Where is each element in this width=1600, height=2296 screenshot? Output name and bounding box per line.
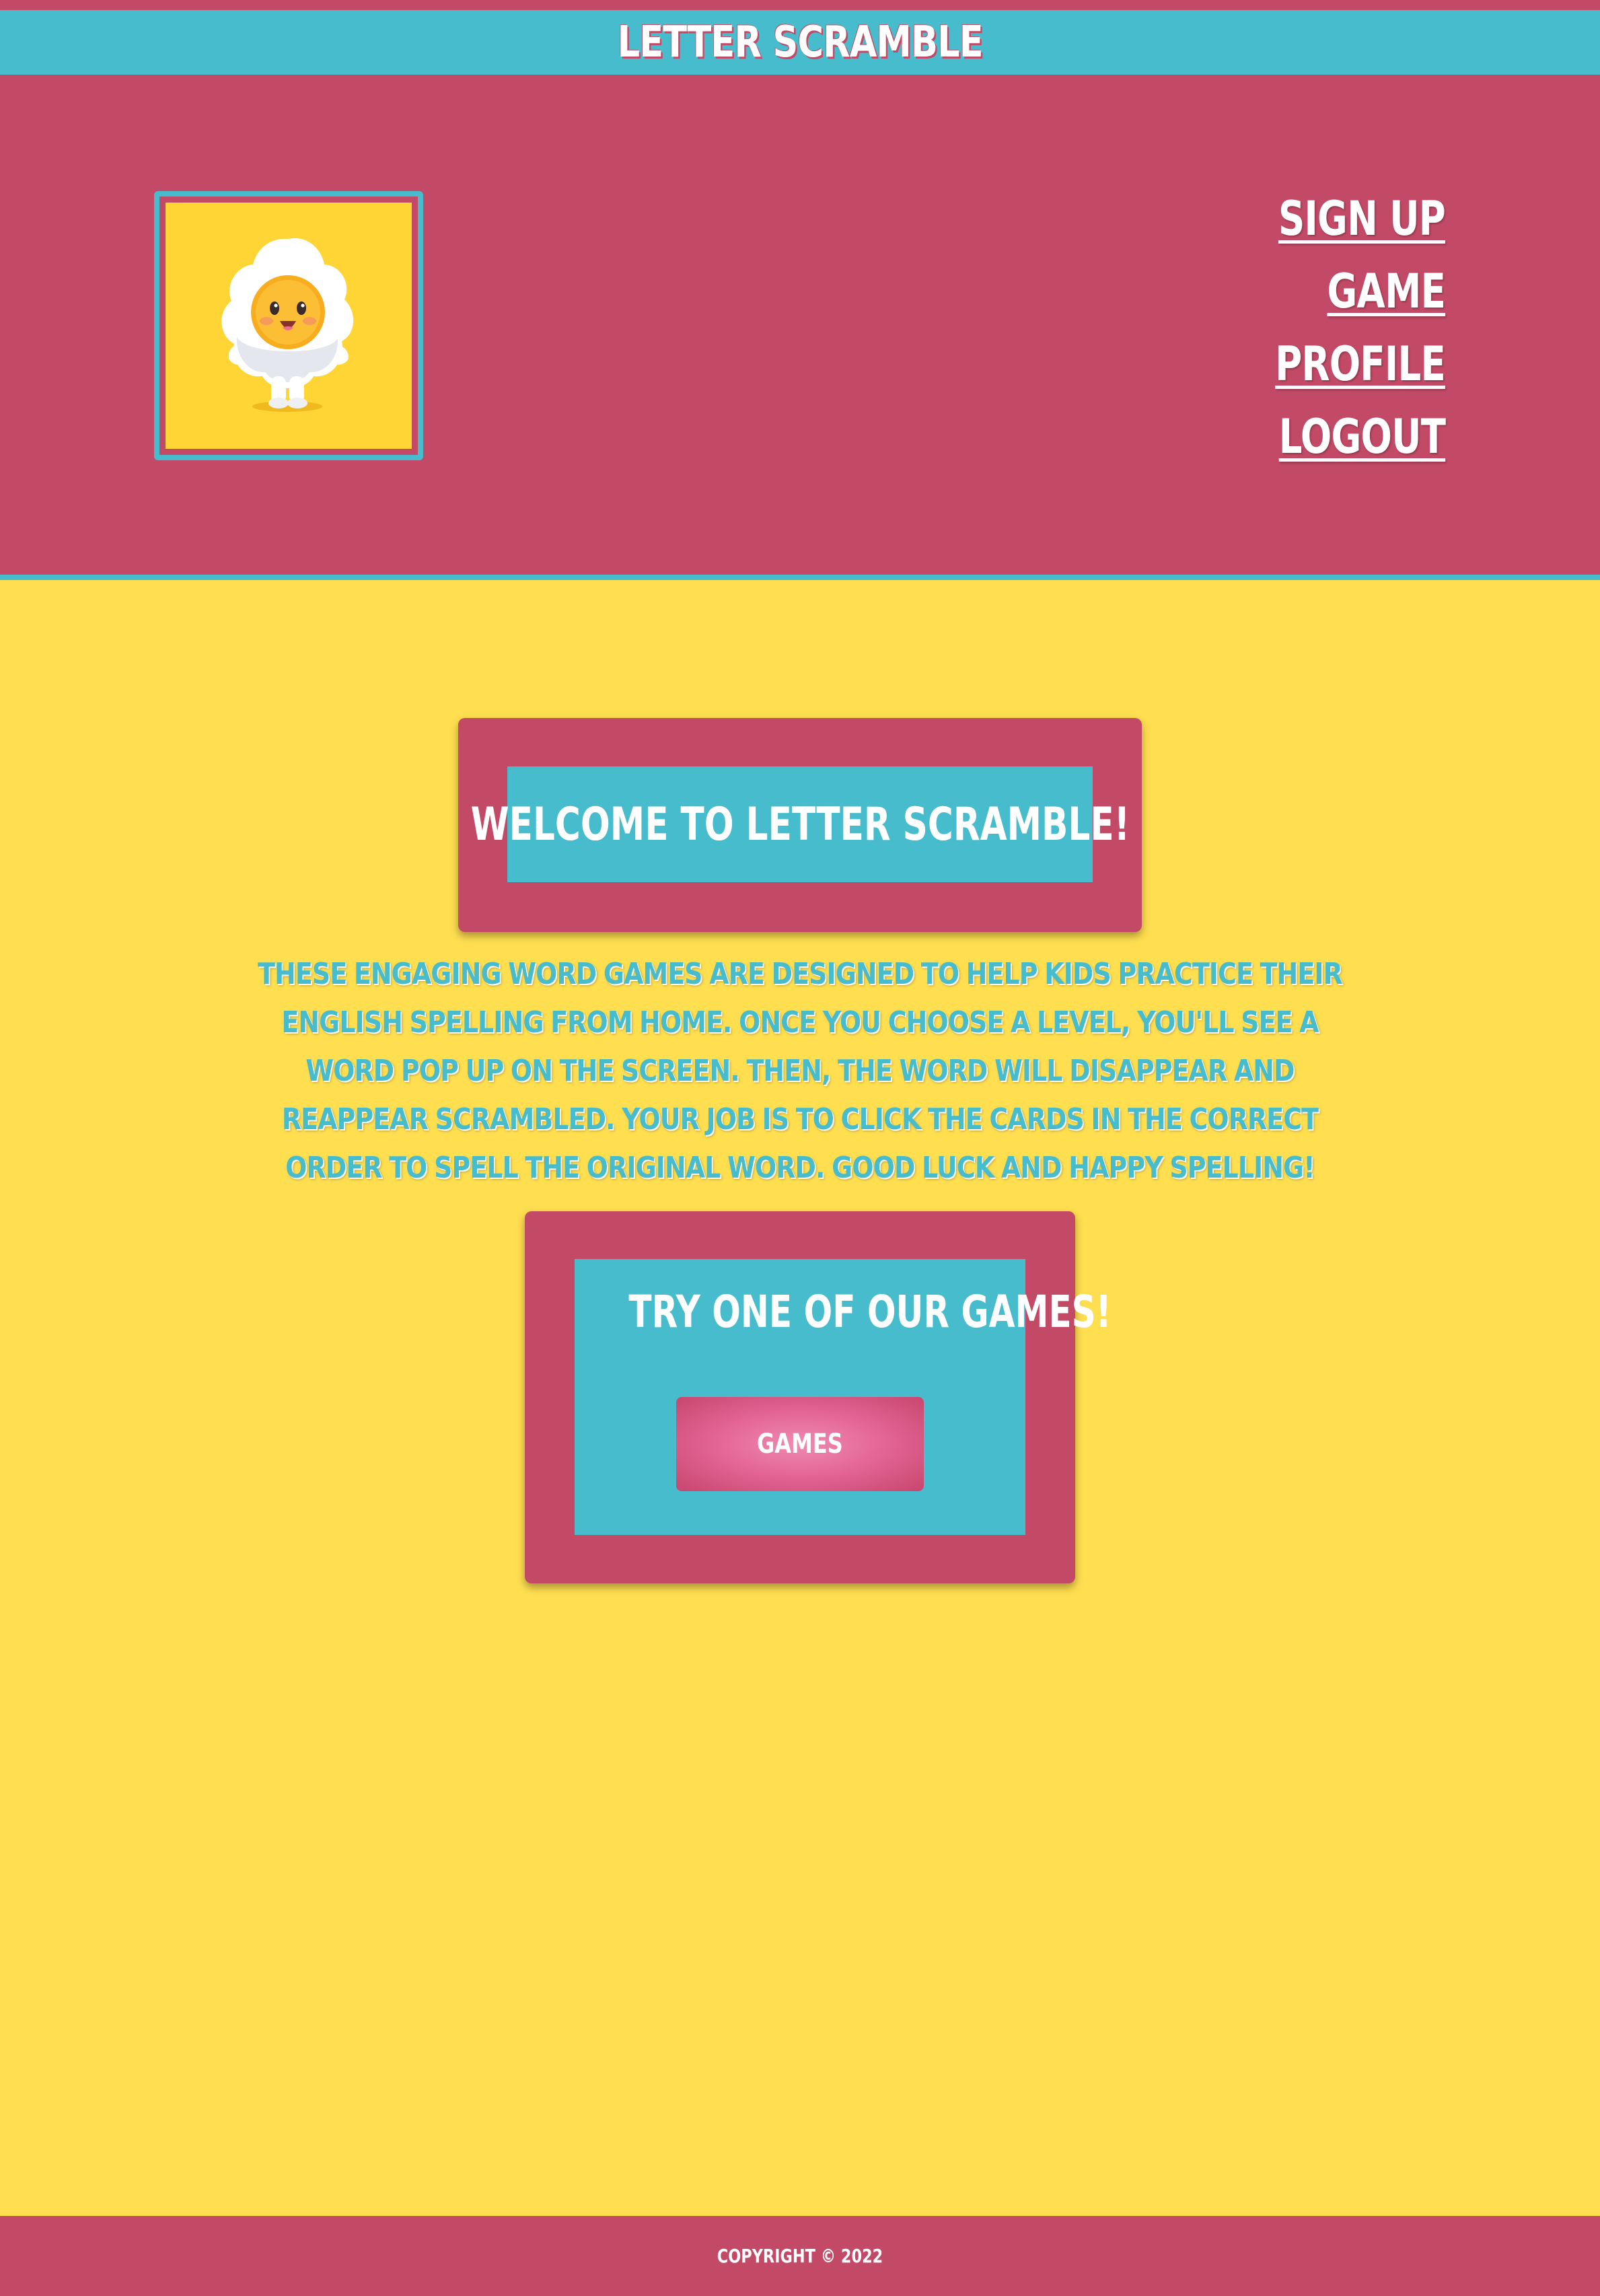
- header: Sign Up Game Profile Logout: [0, 75, 1600, 580]
- nav-game-link[interactable]: Game: [1327, 255, 1445, 328]
- welcome-card: Welcome to Letter Scramble!: [458, 718, 1142, 932]
- title-bar: Letter Scramble: [0, 10, 1600, 75]
- welcome-banner: Welcome to Letter Scramble!: [470, 766, 1130, 882]
- logo-background: [166, 203, 412, 449]
- copyright-text: Copyright © 2022: [717, 2245, 883, 2267]
- games-button[interactable]: Games: [676, 1397, 924, 1491]
- games-heading: Try one of our games!: [628, 1286, 1112, 1338]
- games-button-label: Games: [757, 1429, 843, 1460]
- welcome-heading: Welcome to Letter Scramble!: [470, 797, 1130, 851]
- footer: Copyright © 2022: [0, 2216, 1600, 2296]
- nav-logout-link[interactable]: Logout: [1279, 400, 1446, 473]
- games-panel: Try one of our games! Games: [575, 1259, 1112, 1535]
- top-strip: [0, 0, 1600, 10]
- intro-text: These engaging word games are designed t…: [258, 957, 1343, 1185]
- games-card: Try one of our games! Games: [525, 1211, 1112, 1583]
- site-title: Letter Scramble: [617, 17, 983, 67]
- fried-egg-mascot-icon: [221, 238, 354, 412]
- nav-sign-up-link[interactable]: Sign Up: [1278, 182, 1446, 255]
- logo[interactable]: [154, 191, 423, 460]
- nav-profile-link[interactable]: Profile: [1275, 328, 1445, 400]
- main-nav: Sign Up Game Profile Logout: [1227, 182, 1446, 473]
